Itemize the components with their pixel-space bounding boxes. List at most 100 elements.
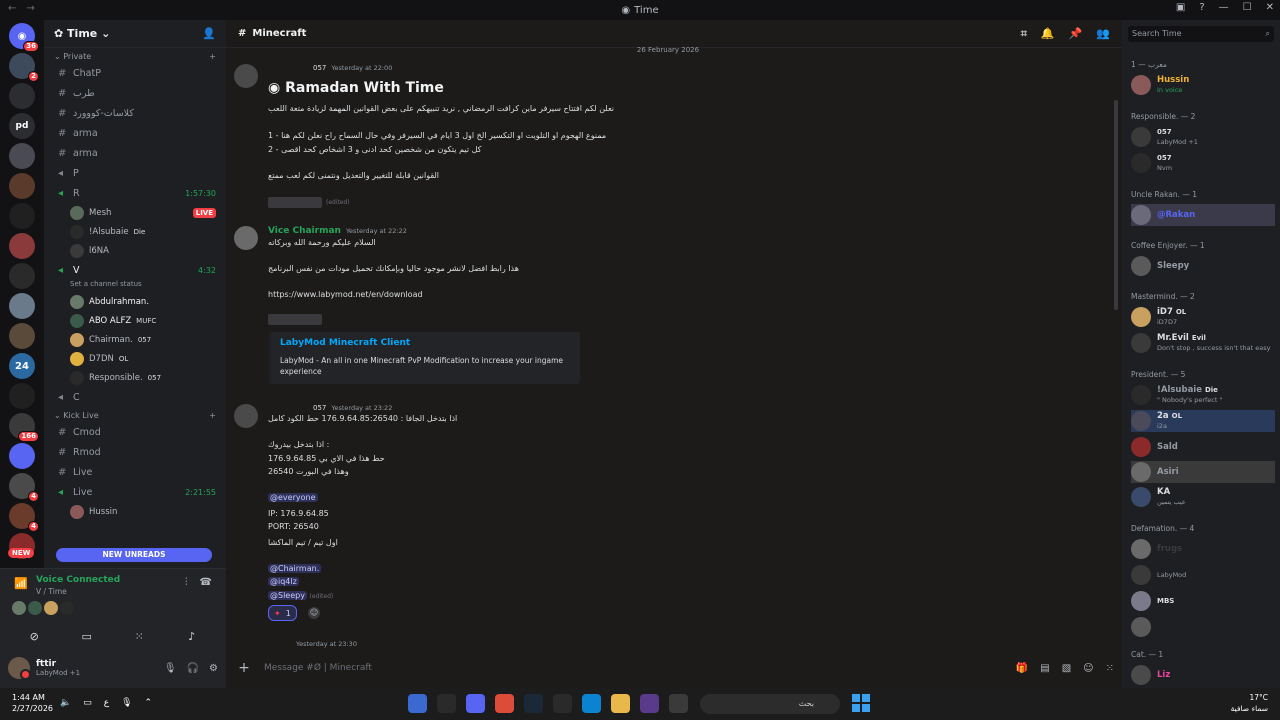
member-item[interactable]: LabyMod [1131, 564, 1275, 586]
add-member-icon[interactable]: 👤 [202, 27, 216, 40]
minimize-button[interactable]: — [1219, 2, 1229, 13]
emoji-icon[interactable]: ☺ [1083, 663, 1093, 674]
member-item[interactable]: @Rakan [1131, 204, 1275, 226]
screen-share-button[interactable]: ▭ [67, 625, 107, 647]
app-icon[interactable] [640, 694, 659, 713]
app-icon[interactable] [408, 694, 427, 713]
folder-icon[interactable] [611, 694, 630, 713]
channel-cmod[interactable]: # Cmod [44, 422, 226, 442]
member-item[interactable]: MBS [1131, 590, 1275, 612]
voice-channel-v[interactable]: ◂ V 4:32 [44, 260, 226, 280]
chevron-up-icon[interactable]: ⌃ [145, 698, 153, 708]
channel-arma-2[interactable]: # arma [44, 143, 226, 163]
voice-channel-r[interactable]: ◂ R 1:57:30 [44, 183, 226, 203]
channel-arma[interactable]: # arma [44, 123, 226, 143]
member-item[interactable]: Sleepy [1131, 255, 1275, 277]
voice-channel-p[interactable]: ◂ P [44, 163, 226, 183]
avatar[interactable] [234, 226, 258, 250]
upload-plus-icon[interactable]: + [234, 660, 254, 676]
add-channel-icon[interactable]: + [209, 411, 216, 420]
network-icon[interactable]: ▭ [83, 698, 92, 708]
server-icon[interactable] [9, 83, 35, 109]
activities-button[interactable]: ⁙ [119, 625, 159, 647]
member-item[interactable]: Sald [1131, 436, 1275, 458]
embed-title[interactable]: LabyMod Minecraft Client [280, 338, 410, 348]
voice-status[interactable]: Voice Connected [36, 575, 120, 585]
server-icon[interactable]: 166 [9, 413, 39, 442]
add-channel-icon[interactable]: + [209, 52, 216, 61]
scrollbar[interactable] [1114, 100, 1118, 310]
voice-user[interactable]: !Alsubaie Die [44, 222, 226, 241]
mic-icon[interactable]: 🎙 [164, 663, 177, 674]
voice-channel-live[interactable]: ◂ Live 2:21:55 [44, 482, 226, 502]
channel-classes[interactable]: # كلاسات-كووورد [44, 103, 226, 123]
server-icon[interactable] [9, 323, 35, 349]
members-icon[interactable]: 👥 [1096, 27, 1110, 41]
avatar[interactable] [60, 601, 74, 615]
voice-user[interactable]: Mesh LIVE [44, 203, 226, 222]
channel-tarab[interactable]: # طرب [44, 83, 226, 103]
user-panel[interactable]: fttir LabyMod +1 🎙 🎧 ⚙ [8, 653, 218, 683]
server-icon[interactable] [9, 143, 35, 169]
voice-user[interactable]: Responsible. 057 [44, 368, 226, 387]
server-header[interactable]: ✿ Time ⌄ 👤 [44, 20, 226, 48]
member-item[interactable]: iD7 OL iD7D7 [1131, 306, 1275, 328]
taskbar-search[interactable]: بحث [700, 694, 840, 714]
dm-home-icon[interactable]: ◉ 36 [9, 23, 39, 52]
server-icon[interactable] [9, 203, 35, 229]
bell-icon[interactable]: 🔔 [1041, 27, 1055, 41]
member-item[interactable]: 2a OL i2a [1131, 410, 1275, 432]
avatar[interactable] [234, 404, 258, 428]
soundboard-button[interactable]: ♪ [172, 625, 212, 647]
new-unreads-button[interactable]: NEW UNREADS [56, 548, 212, 562]
avatar[interactable] [44, 601, 58, 615]
channel-chatp[interactable]: # ChatP [44, 63, 226, 83]
member-item[interactable]: Asiri [1131, 461, 1275, 483]
voice-channel-c[interactable]: ◂ C [44, 387, 226, 407]
channel-live[interactable]: # Live [44, 462, 226, 482]
server-icon[interactable]: pd [9, 113, 35, 139]
forward-icon[interactable]: → [26, 3, 34, 14]
weather-widget[interactable]: 17°C سماء صافية [1231, 692, 1268, 714]
category-private[interactable]: ⌄ Private + [44, 48, 226, 63]
clock[interactable]: 1:44 AM 2/27/2026 [12, 692, 53, 714]
avatar[interactable] [28, 601, 42, 615]
avatar[interactable] [234, 64, 258, 88]
language-indicator[interactable]: ع [104, 698, 109, 708]
server-icon[interactable]: 4 [9, 503, 39, 532]
gif-icon[interactable]: ▤ [1040, 663, 1049, 674]
category-kick-live[interactable]: ⌄ Kick Live + [44, 407, 226, 422]
gear-icon[interactable]: ⚙ [209, 663, 218, 674]
member-item[interactable]: Liz [1131, 664, 1275, 686]
speaker-icon[interactable]: 🔈 [60, 698, 71, 708]
edge-icon[interactable] [582, 694, 601, 713]
server-icon[interactable] [9, 293, 35, 319]
message-input[interactable]: Message #Ø | Minecraft [264, 663, 372, 673]
member-item[interactable] [1131, 616, 1275, 638]
user-mention[interactable]: @Chairman. [268, 564, 322, 573]
apps-icon[interactable]: ⁙ [1106, 663, 1114, 674]
spoiler-block[interactable] [268, 314, 322, 325]
voice-channel-name[interactable]: V / Time [36, 587, 67, 596]
pin-icon[interactable]: 📌 [1069, 27, 1083, 41]
member-item[interactable]: !Alsubaie Die " Nobody's perfect " [1131, 384, 1275, 406]
member-item[interactable]: frugs [1131, 538, 1275, 560]
user-mention[interactable]: @Sleepy [268, 591, 307, 600]
server-icon[interactable]: 4 [9, 473, 39, 502]
noise-suppression-icon[interactable]: ⫶ [185, 577, 188, 588]
inbox-icon[interactable]: ▣ [1176, 2, 1185, 13]
mention-everyone[interactable]: @everyone [268, 493, 318, 502]
close-button[interactable]: ✕ [1266, 2, 1274, 13]
gift-icon[interactable]: 🎁 [1016, 663, 1028, 674]
reaction-button[interactable]: ✦ 1 [268, 605, 297, 621]
windows-start-icon[interactable] [852, 694, 870, 712]
voice-user[interactable]: Chairman. 057 [44, 330, 226, 349]
disconnect-icon[interactable]: ☎ [200, 577, 212, 588]
channel-status[interactable]: Set a channel status [44, 280, 226, 292]
member-item[interactable]: 057 LabyMod +1 [1131, 126, 1275, 148]
member-item[interactable]: KA عيب يتمين [1131, 486, 1275, 508]
message-link[interactable]: https://www.labymod.net/en/download [268, 290, 423, 299]
avatar[interactable] [12, 601, 26, 615]
camera-off-button[interactable]: ⊘ [14, 625, 54, 647]
server-icon[interactable] [9, 173, 35, 199]
